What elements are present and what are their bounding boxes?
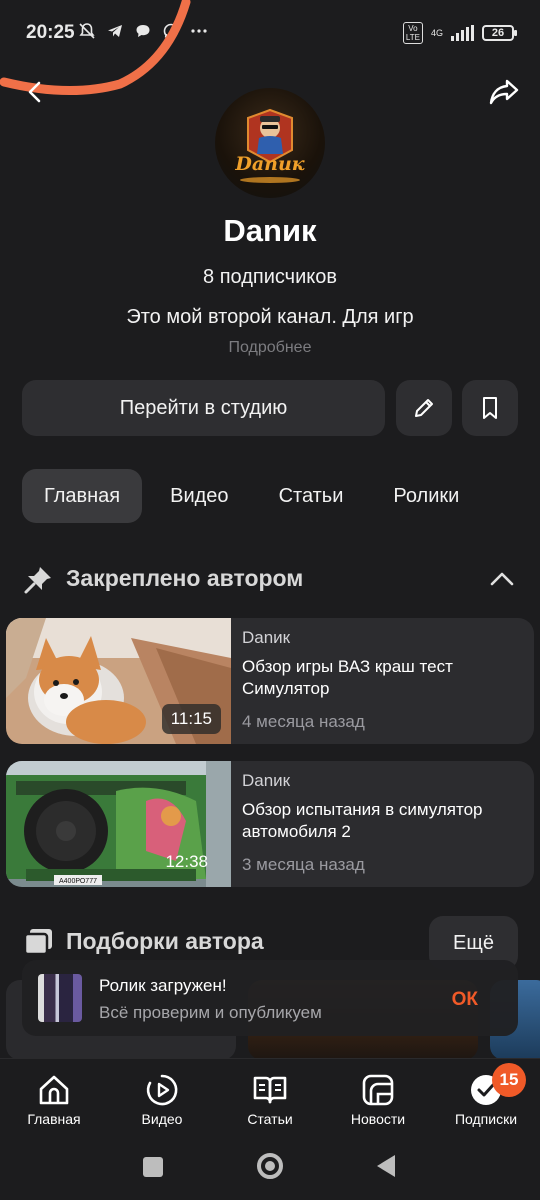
channel-avatar[interactable]: Danик [215, 88, 325, 198]
chevron-up-icon[interactable] [488, 568, 516, 590]
video-title: Обзор игры ВАЗ краш тест Симулятор [242, 657, 453, 698]
video-card[interactable]: А400РО777 12:38 Danик Обзор испытания в … [6, 761, 534, 887]
nav-label: Главная [27, 1111, 81, 1127]
volte-icon: Vo LTE [402, 22, 423, 44]
subscriber-count: 8 подписчиков [203, 266, 337, 288]
more-dots-icon [191, 29, 207, 33]
nav-item-home[interactable]: Главная [0, 1059, 108, 1137]
network-type: 4G [430, 27, 443, 38]
pinned-section-title: Закреплено автором [66, 565, 304, 591]
more-info-link[interactable]: Подробнее [0, 339, 540, 357]
tab-shorts[interactable]: Ролики [365, 469, 481, 523]
battery-icon: 26 [482, 25, 517, 41]
video-age: 4 месяца назад [242, 712, 365, 731]
nav-item-news[interactable]: Новости [324, 1059, 432, 1137]
toast-title: Ролик загружен! [99, 976, 227, 995]
status-time: 20:25 [26, 22, 75, 43]
toast-thumbnail [38, 974, 82, 1022]
tab-video[interactable]: Видео [142, 469, 250, 523]
telegram-icon [108, 25, 122, 37]
bookmark-button[interactable] [462, 380, 518, 436]
news-icon [362, 1074, 394, 1106]
go-to-studio-label: Перейти в студию [119, 396, 288, 419]
system-navigation-bar [0, 1136, 540, 1200]
channel-name: Danик [223, 213, 317, 248]
pencil-icon [415, 399, 433, 417]
bottom-navigation: Главная Видео Статьи Новости 15 Подписки [0, 1058, 540, 1136]
upload-toast: Ролик загружен! Всё проверим и опубликуе… [22, 960, 518, 1036]
svg-text:Danик: Danик [234, 153, 304, 175]
collections-section-title: Подборки автора [66, 928, 264, 954]
video-play-icon [146, 1074, 178, 1106]
toast-subtitle: Всё проверим и опубликуем [99, 1003, 322, 1022]
share-button[interactable] [484, 72, 524, 112]
nav-label: Статьи [247, 1111, 293, 1127]
nav-label: Подписки [454, 1111, 518, 1127]
toast-ok-button[interactable]: ОК [452, 989, 478, 1011]
channel-tabs: Главная Видео Статьи Ролики [22, 469, 481, 523]
nav-label: Новости [350, 1111, 406, 1127]
more-collections-label: Ещё [453, 931, 494, 954]
home-system-button[interactable] [257, 1153, 283, 1179]
notification-icons [78, 22, 208, 40]
nav-item-articles[interactable]: Статьи [216, 1059, 324, 1137]
bookmark-icon [483, 397, 497, 419]
back-arrow-icon [28, 81, 41, 103]
home-icon [39, 1075, 69, 1105]
avatar-logo: Danик [234, 108, 305, 183]
video-thumbnail: А400РО777 12:38 [6, 761, 231, 887]
nav-item-video[interactable]: Видео [108, 1059, 216, 1137]
video-age: 3 месяца назад [242, 855, 365, 874]
whatsapp-icon [163, 23, 179, 39]
share-icon [489, 79, 519, 105]
tab-main[interactable]: Главная [22, 469, 143, 523]
nav-label: Видео [141, 1111, 183, 1127]
nav-item-subscriptions[interactable]: 15 Подписки [432, 1059, 540, 1137]
system-status-icons: Vo LTE 4G 26 [402, 22, 517, 44]
tab-articles[interactable]: Статьи [251, 469, 366, 523]
signal-icon [451, 25, 474, 41]
video-author: Danик [242, 628, 291, 647]
video-duration: 11:15 [161, 704, 221, 734]
go-to-studio-button[interactable]: Перейти в студию [22, 380, 385, 436]
svg-text:А400РО777: А400РО777 [59, 878, 97, 885]
back-system-button[interactable] [377, 1155, 395, 1177]
video-card[interactable]: 11:15 Danик Обзор игры ВАЗ краш тест Сим… [6, 618, 534, 744]
book-icon [253, 1076, 287, 1104]
subscriptions-badge: 15 [492, 1063, 526, 1097]
bell-off-icon [79, 23, 95, 39]
back-button[interactable] [16, 72, 56, 112]
collections-icon [23, 929, 52, 956]
video-author: Danик [242, 771, 291, 790]
chat-icon [136, 25, 150, 37]
video-thumbnail: 11:15 [6, 618, 231, 744]
video-title: Обзор испытания в симулятор автомобиля 2 [242, 800, 483, 841]
channel-description: Это мой второй канал. Для игр [126, 306, 414, 328]
edit-button[interactable] [396, 380, 452, 436]
status-bar: 20:25 Vo LTE 4G 26 [0, 0, 540, 66]
video-duration: 12:38 [165, 852, 208, 871]
pin-icon [24, 567, 51, 594]
recents-button[interactable] [143, 1157, 163, 1177]
